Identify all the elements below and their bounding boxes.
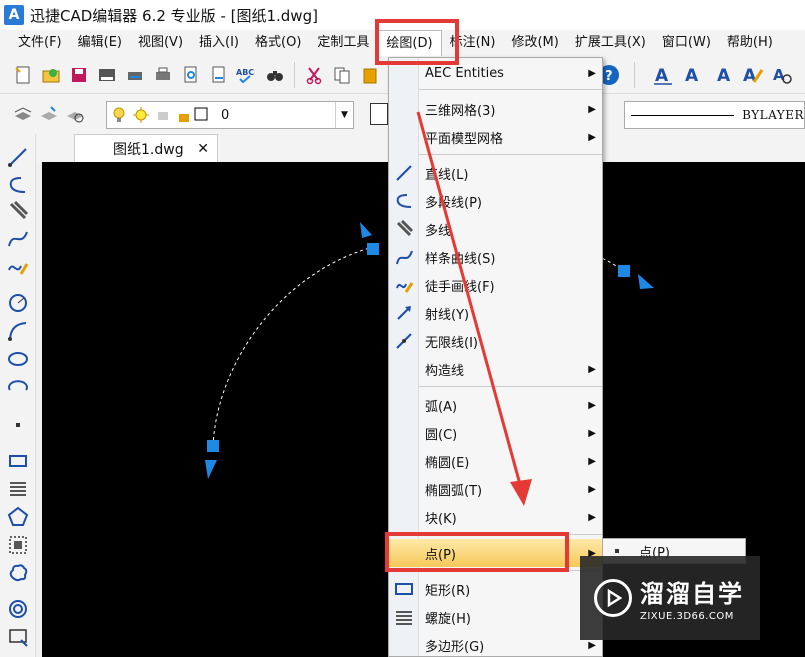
watermark-url: ZIXUE.3D66.COM (640, 611, 734, 622)
watermark-title: 溜溜自学 (640, 580, 744, 608)
play-logo-icon (594, 579, 632, 617)
watermark: 溜溜自学 ZIXUE.3D66.COM (580, 556, 760, 640)
